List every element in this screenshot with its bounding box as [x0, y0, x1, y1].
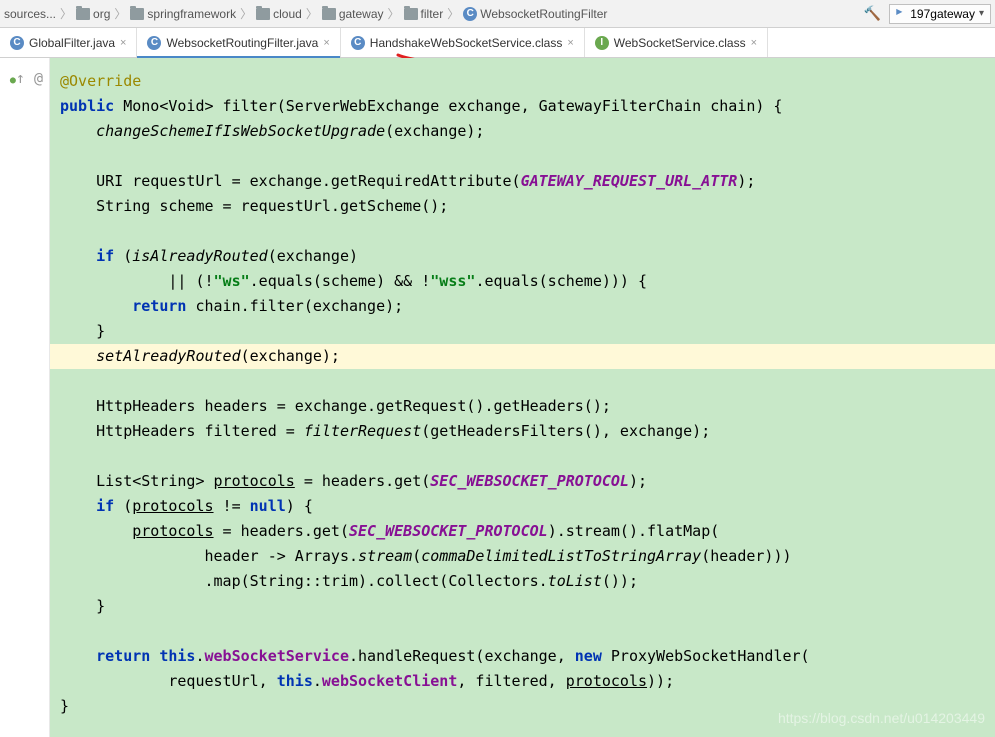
gutter: ●↑ @	[0, 58, 50, 737]
chevron-right-icon: 〉	[238, 5, 254, 22]
close-icon[interactable]: ×	[751, 37, 757, 49]
breadcrumb-toolbar: sources... 〉 org 〉 springframework 〉 clo…	[0, 0, 995, 28]
tab-label: WebsocketRoutingFilter.java	[166, 36, 318, 50]
chevron-right-icon: 〉	[445, 5, 461, 22]
close-icon[interactable]: ×	[120, 37, 126, 49]
chevron-right-icon: 〉	[386, 5, 402, 22]
breadcrumb-org[interactable]: org	[76, 7, 110, 21]
class-icon: C	[351, 36, 365, 50]
build-icon[interactable]: 🔨	[864, 5, 881, 22]
close-icon[interactable]: ×	[567, 37, 573, 49]
close-icon[interactable]: ×	[323, 37, 329, 49]
run-config-dropdown[interactable]: 197gateway ▾	[889, 4, 991, 24]
run-config-label: 197gateway	[910, 7, 975, 21]
code-editor[interactable]: @Override public Mono<Void> filter(Serve…	[50, 58, 995, 737]
tab-label: HandshakeWebSocketService.class	[370, 36, 563, 50]
tab-label: WebSocketService.class	[614, 36, 746, 50]
gutter-mark-override[interactable]: ●↑ @	[0, 69, 49, 94]
class-icon: C	[147, 36, 161, 50]
breadcrumb-springframework[interactable]: springframework	[130, 7, 236, 21]
tab-globalfilter[interactable]: C GlobalFilter.java ×	[0, 28, 137, 57]
chevron-down-icon: ▾	[979, 8, 984, 19]
run-arrow-icon	[896, 9, 906, 19]
folder-icon	[404, 8, 418, 20]
chevron-right-icon: 〉	[304, 5, 320, 22]
breadcrumb-gateway[interactable]: gateway	[322, 7, 384, 21]
interface-icon: I	[595, 36, 609, 50]
tab-handshake[interactable]: C HandshakeWebSocketService.class ×	[341, 28, 585, 57]
folder-icon	[76, 8, 90, 20]
class-icon: C	[463, 7, 477, 21]
breadcrumb-cloud[interactable]: cloud	[256, 7, 302, 21]
tab-websocketservice[interactable]: I WebSocketService.class ×	[585, 28, 768, 57]
folder-icon	[322, 8, 336, 20]
breadcrumb-leaf[interactable]: C WebsocketRoutingFilter	[463, 7, 607, 21]
breadcrumb-filter[interactable]: filter	[404, 7, 444, 21]
folder-icon	[256, 8, 270, 20]
folder-icon	[130, 8, 144, 20]
breadcrumb-root[interactable]: sources...	[4, 7, 56, 21]
chevron-right-icon: 〉	[58, 5, 74, 22]
editor-area: ●↑ @ @Override public Mono<Void> filter(…	[0, 58, 995, 737]
class-icon: C	[10, 36, 24, 50]
tab-label: GlobalFilter.java	[29, 36, 115, 50]
editor-tabs: C GlobalFilter.java × C WebsocketRouting…	[0, 28, 995, 58]
tab-websocketroutingfilter[interactable]: C WebsocketRoutingFilter.java ×	[137, 28, 340, 57]
chevron-right-icon: 〉	[112, 5, 128, 22]
